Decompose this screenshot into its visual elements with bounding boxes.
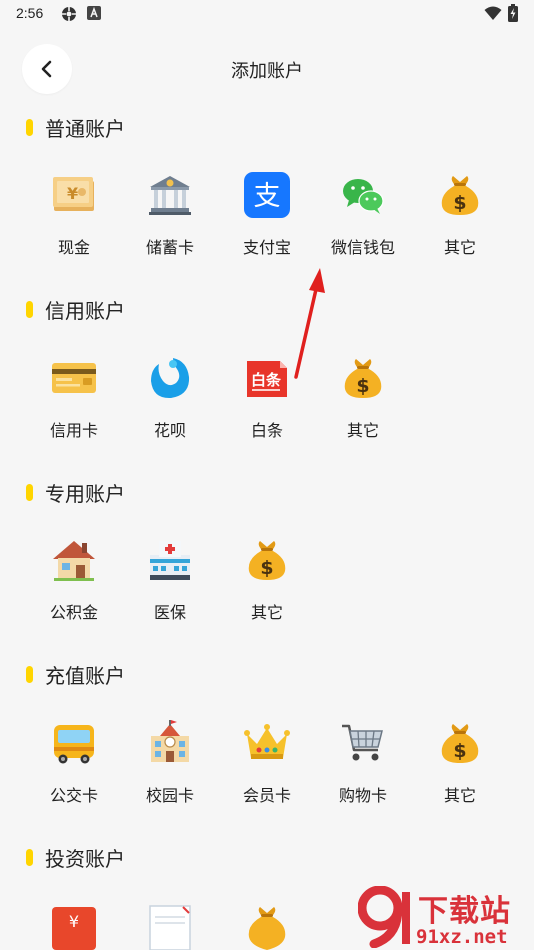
account-item-cash[interactable]: ¥ 现金 [26,172,122,268]
stock-icon[interactable]: ¥ [51,903,97,950]
account-item-label: 其它 [250,603,283,622]
watermark: 下载站 91xz.net [350,886,534,950]
account-item-baitiao[interactable]: 白条 白条 [219,355,315,451]
section-title-text: 专用账户 [45,481,125,506]
watermark-url: 91xz.net [416,926,508,948]
account-item-bus-card[interactable]: 公交卡 [26,720,122,816]
wechat-icon [343,179,384,214]
section-title: 普通账户 [26,115,125,141]
bus-icon [54,725,94,764]
account-item-other[interactable]: $ 其它 [219,537,315,633]
money-bag-icon[interactable] [244,903,290,950]
account-item-member-card[interactable]: 会员卡 [219,720,315,816]
alipay-icon: 支 [244,172,290,218]
house-icon [53,541,95,581]
money-bag-icon: $ [441,176,479,215]
section-title: 投资账户 [26,845,125,871]
account-item-housing-fund[interactable]: 公积金 [26,537,122,633]
account-item-shopping-card[interactable]: 购物卡 [315,720,411,816]
section-title-text: 充值账户 [45,663,125,688]
section-accent-bar [26,118,33,136]
account-item-savings-card[interactable]: 储蓄卡 [122,172,218,268]
svg-text:$: $ [453,740,466,762]
nav-header: 添加账户 [0,40,534,98]
account-item-wechat-wallet[interactable]: 微信钱包 [315,172,411,268]
account-item-other[interactable]: $ 其它 [412,720,508,816]
section-title-text: 普通账户 [45,116,125,141]
account-item-label: 其它 [443,238,476,257]
wifi-icon [484,6,502,20]
baitiao-icon: 白条 [247,361,287,397]
account-item-other[interactable]: $ 其它 [315,355,411,451]
bank-icon [149,176,191,215]
crown-icon [244,724,290,759]
page-title: 添加账户 [231,61,303,82]
account-item-label: 其它 [346,421,379,440]
section-accent-bar [26,300,33,318]
section-title-text: 信用账户 [45,298,125,323]
section-title: 专用账户 [26,480,125,506]
svg-text:¥: ¥ [67,184,78,203]
shopping-cart-icon [342,724,383,761]
svg-text:$: $ [356,375,369,397]
svg-text:支: 支 [254,181,281,212]
cash-icon: ¥ [53,177,94,211]
svg-text:$: $ [260,557,273,579]
school-icon [151,720,189,762]
svg-text:¥: ¥ [69,912,79,931]
watermark-brand: 下载站 [418,894,511,929]
section-title: 信用账户 [26,297,125,323]
money-bag-icon: $ [344,359,382,398]
section-title-text: 投资账户 [45,846,125,871]
status-bar: 2:56 [0,0,534,28]
battery-charging-icon [508,4,518,22]
huabei-icon [151,358,190,399]
status-time: 2:56 [16,5,44,21]
account-item-campus-card[interactable]: 校园卡 [122,720,218,816]
account-item-alipay[interactable]: 支 支付宝 [219,172,315,268]
section-title: 充值账户 [26,662,125,688]
account-item-other[interactable]: $ 其它 [412,172,508,268]
credit-card-icon [52,363,96,393]
money-bag-icon: $ [248,541,286,580]
account-item-huabei[interactable]: 花呗 [122,355,218,451]
account-item-label: 其它 [443,786,476,805]
brand-logo-icon [358,886,410,948]
a-notification-icon [87,6,101,20]
section-accent-bar [26,848,33,866]
svg-text:$: $ [453,192,466,214]
sync-icon [62,7,76,21]
section-accent-bar [26,665,33,683]
hospital-icon [150,541,190,580]
money-bag-icon: $ [441,724,479,763]
account-item-medical-insurance[interactable]: 医保 [122,537,218,633]
section-accent-bar [26,483,33,501]
account-item-credit-card[interactable]: 信用卡 [26,355,122,451]
baitiao-icon-text: 白条 [251,371,282,389]
fund-chart-icon[interactable] [147,903,193,950]
